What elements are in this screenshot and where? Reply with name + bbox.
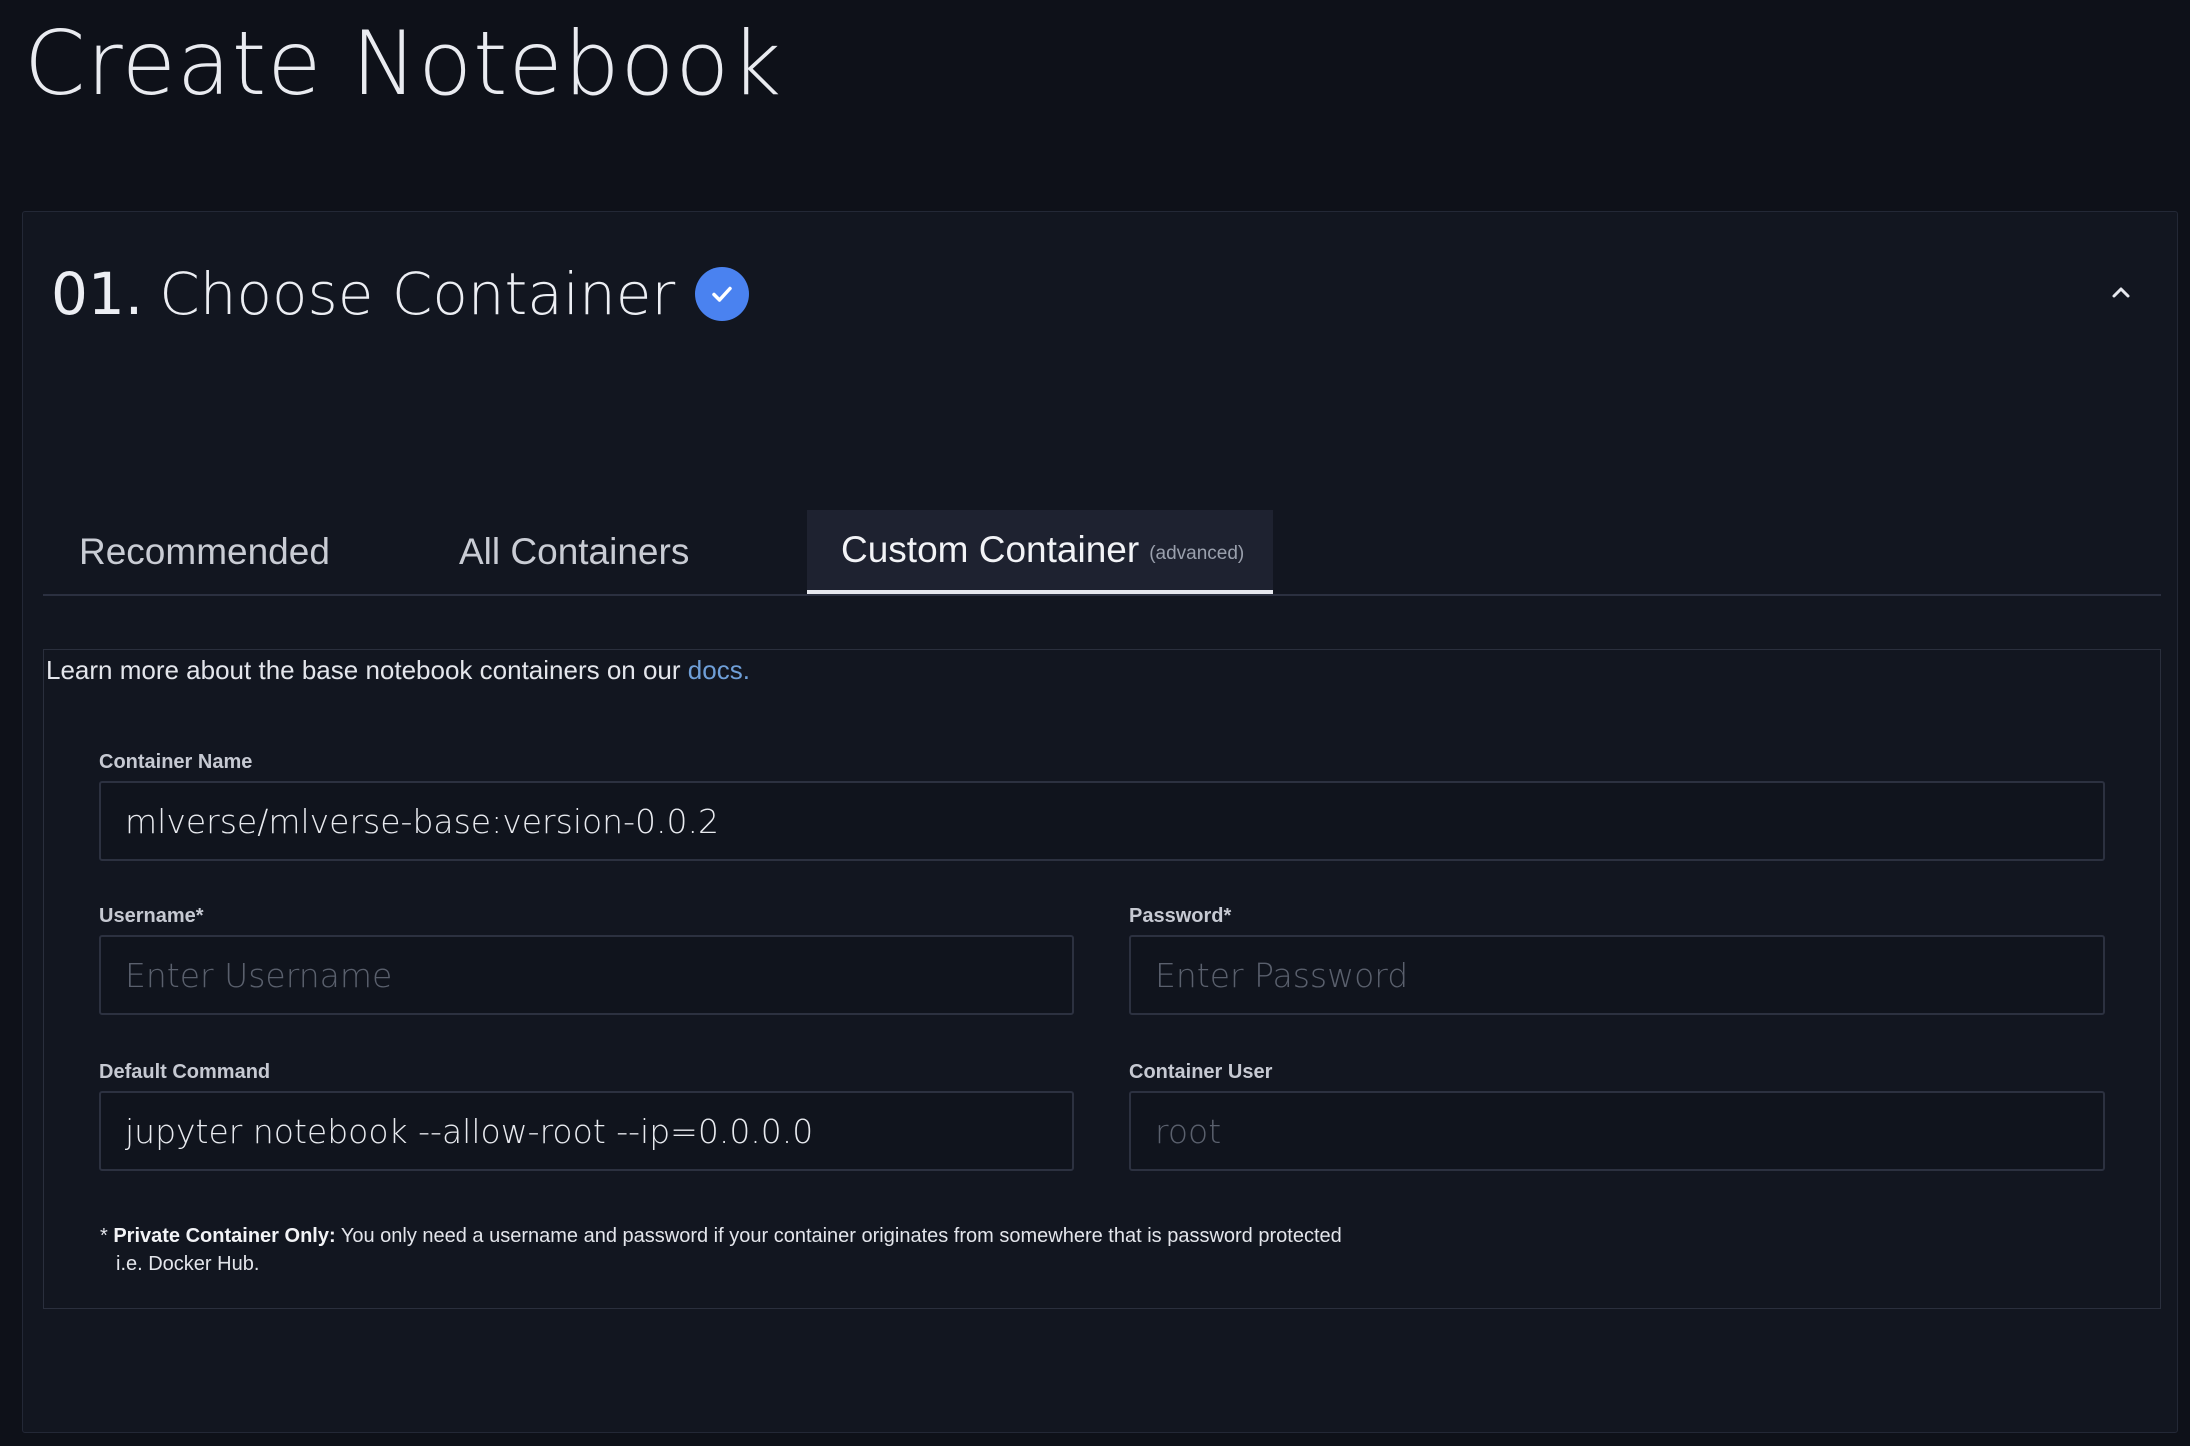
container-user-input[interactable] — [1129, 1091, 2105, 1171]
step-number: 01. — [51, 260, 144, 328]
step-title: Choose Container — [159, 260, 676, 328]
choose-container-panel: 01. Choose Container Recommended All Con… — [22, 211, 2178, 1433]
tab-recommended[interactable]: Recommended — [79, 510, 330, 594]
container-tabs: Recommended All Containers Custom Contai… — [43, 510, 2161, 596]
username-input[interactable] — [99, 935, 1074, 1015]
tab-sublabel: (advanced) — [1149, 543, 1245, 564]
container-name-input[interactable] — [99, 781, 2105, 861]
custom-container-form: Learn more about the base notebook conta… — [43, 649, 2161, 1309]
docs-intro: Learn more about the base notebook conta… — [46, 650, 750, 690]
docs-link[interactable]: docs. — [688, 655, 750, 685]
username-label: Username* — [99, 905, 204, 927]
tab-all-containers[interactable]: All Containers — [459, 510, 689, 594]
container-user-label: Container User — [1129, 1061, 1273, 1083]
step-header: 01. Choose Container — [51, 254, 750, 334]
docs-intro-text: Learn more about the base notebook conta… — [46, 655, 688, 685]
default-command-label: Default Command — [99, 1061, 271, 1083]
default-command-input[interactable] — [99, 1091, 1074, 1171]
footnote-line2: i.e. Docker Hub. — [116, 1253, 260, 1275]
password-input[interactable] — [1129, 935, 2105, 1015]
footnote-text: You only need a username and password if… — [335, 1225, 1342, 1247]
check-circle-icon — [695, 267, 750, 321]
footnote-prefix: * — [100, 1225, 114, 1247]
tab-custom-container[interactable]: Custom Container (advanced) — [807, 510, 1273, 594]
footnote-bold: Private Container Only: — [113, 1225, 336, 1247]
collapse-button[interactable] — [2101, 272, 2141, 312]
private-container-footnote: * Private Container Only: You only need … — [100, 1222, 1342, 1278]
container-name-label: Container Name — [99, 751, 253, 773]
page-title: Create Notebook — [24, 12, 783, 115]
chevron-up-icon — [2112, 287, 2130, 298]
password-label: Password* — [1129, 905, 1232, 927]
tab-label: Recommended — [79, 531, 330, 572]
tab-label: Custom Container — [841, 529, 1140, 570]
tab-label: All Containers — [459, 531, 690, 572]
